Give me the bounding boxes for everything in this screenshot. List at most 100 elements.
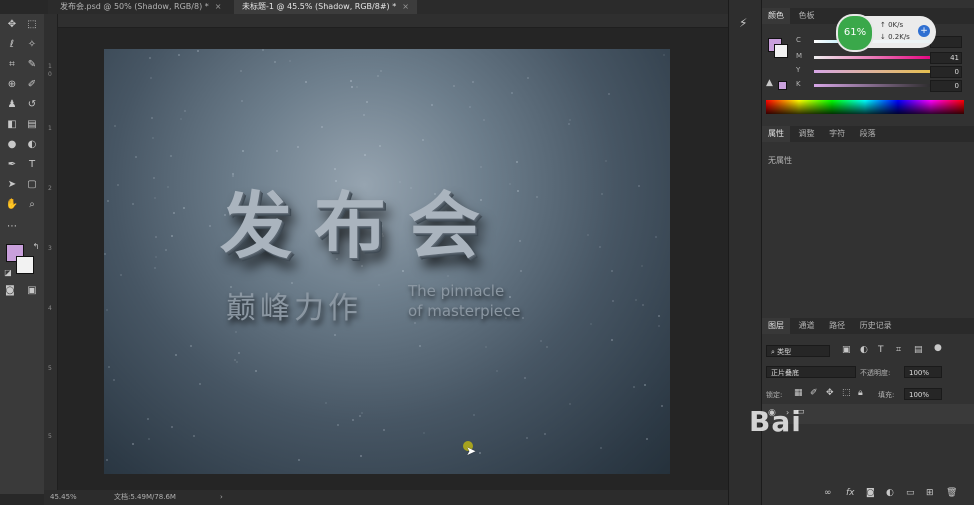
noise-speck: [472, 81, 474, 83]
noise-speck: [289, 60, 291, 62]
dodge-tool-icon[interactable]: ◐: [24, 138, 40, 152]
swap-colors-icon[interactable]: ↰: [28, 240, 44, 254]
ruler-label: 4: [48, 305, 52, 312]
slider-yellow[interactable]: Y 0: [768, 66, 968, 78]
zoom-tool-icon[interactable]: ⌕: [24, 198, 40, 212]
ruler-label: 5: [48, 433, 52, 440]
upload-value: 0K/s: [888, 21, 904, 29]
tab-paths[interactable]: 路径: [823, 318, 851, 334]
tab-adjustments[interactable]: 调整: [793, 126, 821, 142]
eyedropper-icon[interactable]: ✎: [24, 58, 40, 72]
noise-speck: [377, 75, 379, 77]
clone-stamp-icon[interactable]: ♟: [4, 98, 20, 112]
tab-paragraph[interactable]: 段落: [854, 126, 882, 142]
brush-tool-icon[interactable]: ✐: [24, 78, 40, 92]
lock-all-icon[interactable]: 🔒︎: [858, 388, 863, 398]
noise-speck: [569, 403, 571, 405]
tab-properties[interactable]: 属性: [762, 126, 790, 142]
delete-layer-icon[interactable]: 🗑︎: [946, 488, 957, 498]
layer-style-icon[interactable]: fx: [846, 488, 855, 498]
layer-mask-icon[interactable]: ◙: [866, 488, 875, 498]
tab-layers[interactable]: 图层: [762, 318, 790, 334]
status-menu-arrow[interactable]: ›: [220, 490, 223, 505]
lock-transparency-icon[interactable]: ▦: [794, 388, 803, 398]
layers-panel-tabs: 图层 通道 路径 历史记录: [762, 318, 974, 334]
path-selection-icon[interactable]: ➤: [4, 178, 20, 192]
marquee-tool-icon[interactable]: ⬚: [24, 18, 40, 32]
lock-artboard-icon[interactable]: ⬚: [842, 388, 851, 398]
noise-speck: [516, 161, 518, 163]
hand-tool-icon[interactable]: ✋: [4, 198, 20, 212]
eraser-icon[interactable]: ◧: [4, 118, 20, 132]
filter-toggle-icon[interactable]: ●: [934, 343, 942, 353]
noise-speck: [364, 154, 366, 156]
close-icon[interactable]: ×: [215, 2, 222, 11]
lasso-tool-icon[interactable]: ℓ: [4, 38, 20, 52]
noise-speck: [120, 274, 122, 276]
healing-brush-icon[interactable]: ⊕: [4, 78, 20, 92]
new-group-icon[interactable]: ▭: [906, 488, 915, 498]
noise-speck: [378, 284, 380, 286]
tab-history[interactable]: 历史记录: [854, 318, 898, 334]
new-layer-icon[interactable]: ⊞: [926, 488, 934, 498]
noise-speck: [380, 70, 382, 72]
document-canvas[interactable]: 发布会 巅峰力作 The pinnacle of masterpiece: [104, 49, 670, 474]
ruler-label: 1: [48, 125, 52, 132]
more-tools-icon[interactable]: ⋯: [4, 220, 20, 234]
shape-tool-icon[interactable]: ▢: [24, 178, 40, 192]
slider-magenta[interactable]: M 41: [768, 52, 968, 64]
link-layers-icon[interactable]: ∞: [824, 488, 832, 498]
shape-filter-icon[interactable]: ⌗: [896, 345, 901, 355]
noise-speck: [153, 177, 155, 179]
tab-label: 发布会.psd @ 50% (Shadow, RGB/8) *: [60, 2, 209, 11]
channel-value[interactable]: 0: [930, 66, 962, 78]
history-brush-icon[interactable]: ↺: [24, 98, 40, 112]
adjustment-filter-icon[interactable]: ◐: [860, 345, 868, 355]
smart-object-filter-icon[interactable]: ▤: [914, 345, 923, 355]
noise-speck: [469, 106, 471, 108]
type-tool-icon[interactable]: T: [24, 158, 40, 172]
channel-value[interactable]: 0: [930, 80, 962, 92]
noise-speck: [414, 322, 416, 324]
noise-speck: [527, 77, 529, 79]
network-speed-widget[interactable]: 61% ↑ 0K/s ↓ 0.2K/s +: [836, 14, 936, 52]
zoom-level[interactable]: 45.45%: [50, 490, 77, 505]
tab-fabuhui-psd[interactable]: 发布会.psd @ 50% (Shadow, RGB/8) * ×: [52, 0, 229, 14]
blend-mode-select[interactable]: 正片叠底: [766, 366, 856, 378]
ruler-label: 2: [48, 185, 52, 192]
noise-speck: [546, 346, 548, 348]
tool-presets-icon[interactable]: ⚡: [739, 16, 747, 30]
tab-character[interactable]: 字符: [823, 126, 851, 142]
tab-color[interactable]: 颜色: [762, 8, 790, 24]
tab-untitled-1[interactable]: 未标题-1 @ 45.5% (Shadow, RGB/8#) * ×: [234, 0, 417, 14]
crop-tool-icon[interactable]: ⌗: [4, 58, 20, 72]
gradient-tool-icon[interactable]: ▤: [24, 118, 40, 132]
noise-speck: [658, 315, 660, 317]
pen-tool-icon[interactable]: ✒: [4, 158, 20, 172]
channel-label: Y: [796, 66, 801, 74]
adjustment-layer-icon[interactable]: ◐: [886, 488, 894, 498]
opacity-input[interactable]: 100%: [904, 366, 942, 378]
accelerate-button[interactable]: +: [918, 25, 930, 37]
type-filter-icon[interactable]: T: [878, 345, 884, 355]
noise-speck: [536, 196, 538, 198]
noise-speck: [148, 438, 150, 440]
screen-mode-icon[interactable]: ▣: [24, 284, 40, 298]
channel-value[interactable]: 41: [930, 52, 962, 64]
channel-label: K: [796, 80, 801, 88]
move-tool-icon[interactable]: ✥: [4, 18, 20, 32]
lock-pixels-icon[interactable]: ✐: [810, 388, 818, 398]
close-icon[interactable]: ×: [402, 2, 409, 11]
pixel-filter-icon[interactable]: ▣: [842, 345, 851, 355]
background-color-swatch[interactable]: [16, 256, 34, 274]
blur-tool-icon[interactable]: ●: [4, 138, 20, 152]
tab-channels[interactable]: 通道: [793, 318, 821, 334]
quick-mask-icon[interactable]: ◙: [2, 284, 18, 298]
tab-swatches[interactable]: 色板: [793, 8, 821, 24]
lock-position-icon[interactable]: ✥: [826, 388, 834, 398]
fill-input[interactable]: 100%: [904, 388, 942, 400]
slider-black[interactable]: K 0: [768, 80, 968, 92]
magic-wand-icon[interactable]: ✧: [24, 38, 40, 52]
layer-filter-select[interactable]: ⌕ 类型: [766, 345, 830, 357]
default-colors-icon[interactable]: ◪: [0, 266, 16, 280]
